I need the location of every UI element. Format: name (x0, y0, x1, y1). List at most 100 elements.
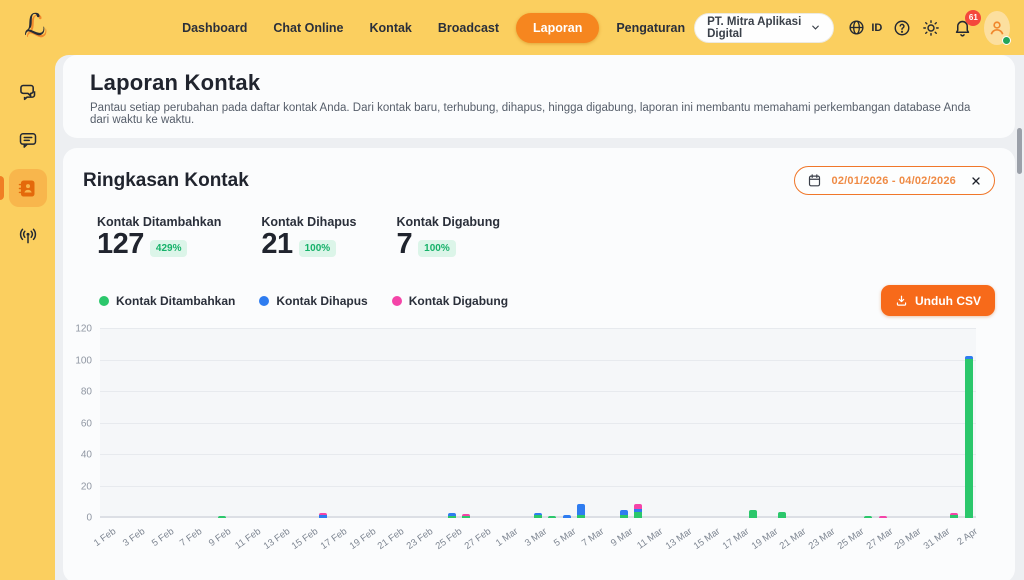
day-slot (244, 329, 258, 518)
nav-chat-online[interactable]: Chat Online (264, 13, 352, 43)
bar-18-mar (749, 510, 757, 518)
legend-kontak-dihapus[interactable]: Kontak Dihapus (259, 294, 367, 308)
vertical-scrollbar-thumb[interactable] (1017, 128, 1022, 174)
x-axis-tick-label: 3 Feb (121, 526, 147, 549)
stat-value: 21 (261, 230, 292, 259)
bar-segment-dihapus (563, 515, 571, 518)
x-axis-tick-label: 25 Feb (434, 526, 465, 552)
x-axis-tick-label: 5 Feb (150, 526, 176, 549)
x-axis-tick-label: 29 Mar (893, 526, 924, 552)
x-axis-tick-label: 11 Feb (233, 526, 263, 552)
calendar-icon (807, 173, 822, 188)
bar-3-mar (534, 513, 542, 518)
day-slot (890, 329, 904, 518)
x-axis-tick-label: 27 Feb (462, 526, 493, 552)
stat-kontak-digabung: Kontak Digabung 7 100% (397, 215, 500, 259)
sidebar-item-broadcast[interactable] (9, 217, 47, 255)
language-selector[interactable]: ID (845, 17, 882, 39)
day-slot (445, 329, 459, 518)
x-axis-tick-label: 27 Mar (864, 526, 895, 552)
company-selector[interactable]: PT. Mitra Aplikasi Digital (694, 13, 834, 43)
day-slot (459, 329, 473, 518)
day-slot (430, 329, 444, 518)
nav-broadcast[interactable]: Broadcast (429, 13, 508, 43)
stat-value: 127 (97, 230, 144, 259)
bar-26-feb (462, 514, 470, 518)
app-logo-icon[interactable]: ℒ ℒ (22, 11, 51, 45)
day-slot (660, 329, 674, 518)
day-slot (603, 329, 617, 518)
x-axis-tick-label: 17 Feb (319, 526, 350, 552)
help-icon[interactable] (893, 17, 911, 39)
day-slot (746, 329, 760, 518)
stat-delta-badge: 100% (418, 240, 456, 257)
day-slot (761, 329, 775, 518)
clear-date-icon[interactable] (970, 175, 982, 187)
language-code: ID (871, 22, 882, 34)
bar-16-feb (319, 513, 327, 518)
day-slot (258, 329, 272, 518)
page-header-card: Laporan Kontak Pantau setiap perubahan p… (63, 55, 1015, 138)
bar-25-feb (448, 513, 456, 518)
day-slot (674, 329, 688, 518)
legend-kontak-digabung[interactable]: Kontak Digabung (392, 294, 508, 308)
stat-label: Kontak Ditambahkan (97, 215, 221, 229)
y-axis-tick-label: 60 (81, 418, 92, 429)
x-axis-tick-label: 9 Feb (207, 526, 233, 549)
day-slot (789, 329, 803, 518)
day-slot (847, 329, 861, 518)
x-axis-tick-label: 31 Mar (922, 526, 953, 552)
legend-kontak-ditambahkan[interactable]: Kontak Ditambahkan (99, 294, 235, 308)
theme-sun-icon[interactable] (922, 17, 940, 39)
sidebar-item-chat-message[interactable] (9, 121, 47, 159)
sidebar-item-kontak[interactable] (9, 169, 47, 207)
y-axis-tick-label: 0 (86, 513, 92, 524)
bar-4-mar (548, 516, 556, 518)
day-slot (358, 329, 372, 518)
download-csv-button[interactable]: Unduh CSV (881, 285, 995, 316)
x-axis-tick-label: 25 Mar (836, 526, 867, 552)
notifications-button[interactable]: 61 (951, 17, 973, 39)
day-slot (402, 329, 416, 518)
user-avatar[interactable] (984, 11, 1010, 45)
stat-delta-badge: 100% (299, 240, 337, 257)
day-slot (301, 329, 315, 518)
x-axis-tick-label: 7 Mar (580, 526, 606, 549)
day-slot (818, 329, 832, 518)
day-slot (315, 329, 329, 518)
day-slot (373, 329, 387, 518)
date-range-picker[interactable]: 02/01/2026 - 04/02/2026 (794, 166, 995, 195)
day-slot (172, 329, 186, 518)
page-title: Laporan Kontak (90, 70, 988, 96)
day-slot (904, 329, 918, 518)
x-axis-tick-label: 19 Feb (347, 526, 378, 552)
bar-2-apr (965, 356, 973, 518)
main-content: Laporan Kontak Pantau setiap perubahan p… (55, 55, 1024, 580)
bar-10-mar (634, 504, 642, 518)
bar-segment-ditambahkan (218, 516, 226, 518)
x-axis-tick-label: 19 Mar (749, 526, 780, 552)
day-slot (100, 329, 114, 518)
x-axis-tick-label: 1 Mar (494, 526, 520, 549)
bar-segment-ditambahkan (634, 512, 642, 518)
day-slot (201, 329, 215, 518)
x-axis-tick-label: 17 Mar (721, 526, 752, 552)
nav-laporan[interactable]: Laporan (516, 13, 599, 43)
day-slot (502, 329, 516, 518)
bar-segment-ditambahkan (864, 516, 872, 518)
nav-kontak[interactable]: Kontak (361, 13, 421, 43)
day-slot (732, 329, 746, 518)
legend-dot-green (99, 296, 109, 306)
bar-27-mar (879, 516, 887, 518)
y-axis-tick-label: 80 (81, 387, 92, 398)
nav-pengaturan[interactable]: Pengaturan (607, 13, 694, 43)
topbar: ℒ ℒ Dashboard Chat Online Kontak Broadca… (0, 0, 1024, 55)
company-name: PT. Mitra Aplikasi Digital (707, 16, 802, 40)
y-axis-tick-label: 100 (75, 355, 92, 366)
nav-dashboard[interactable]: Dashboard (173, 13, 256, 43)
day-slot (717, 329, 731, 518)
bar-segment-digabung (879, 516, 887, 518)
sidebar-item-chats[interactable] (9, 73, 47, 111)
bar-segment-ditambahkan (965, 359, 973, 518)
chat-message-icon (18, 130, 38, 150)
